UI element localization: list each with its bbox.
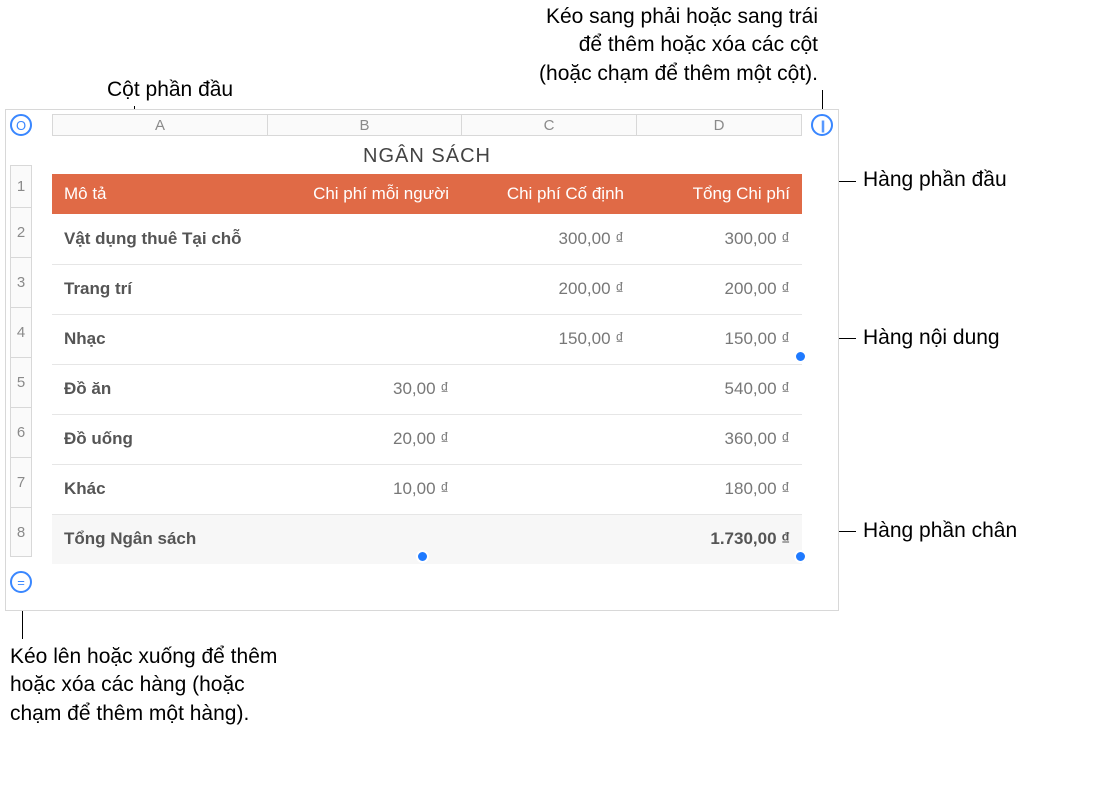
callout-add-columns: Kéo sang phải hoặc sang trái để thêm hoặ… [539, 3, 818, 88]
cell-total[interactable]: 300,00 ₫ [636, 214, 802, 264]
table-handle-icon[interactable]: O [10, 114, 32, 136]
cell-fixed[interactable]: 200,00 ₫ [461, 264, 636, 314]
callout-footer-row: Hàng phần chân [863, 517, 1017, 545]
footer-fixed[interactable] [461, 514, 636, 564]
table-row[interactable]: Vật dụng thuê Tại chỗ 300,00 ₫ 300,00 ₫ [52, 214, 802, 264]
cell-total[interactable]: 180,00 ₫ [636, 464, 802, 514]
column-header-c[interactable]: C [461, 114, 636, 136]
cell-desc[interactable]: Đồ ăn [52, 364, 267, 414]
cell-per-person[interactable]: 10,00 ₫ [267, 464, 461, 514]
footer-desc[interactable]: Tổng Ngân sách [52, 514, 267, 564]
cell-desc[interactable]: Khác [52, 464, 267, 514]
callout-add-rows: Kéo lên hoặc xuống để thêm hoặc xóa các … [10, 643, 277, 728]
header-desc[interactable]: Mô tả [52, 174, 267, 214]
row-header-1[interactable]: 1 [10, 165, 32, 207]
cell-desc[interactable]: Nhạc [52, 314, 267, 364]
selection-handle-icon[interactable] [794, 350, 807, 363]
row-header-7[interactable]: 7 [10, 457, 32, 507]
table-row[interactable]: Nhạc 150,00 ₫ 150,00 ₫ [52, 314, 802, 364]
table-title[interactable]: NGÂN SÁCH [52, 142, 802, 174]
cell-fixed[interactable] [461, 464, 636, 514]
cell-per-person[interactable] [267, 214, 461, 264]
cell-desc[interactable]: Trang trí [52, 264, 267, 314]
footer-total[interactable]: 1.730,00 ₫ [636, 514, 802, 564]
callout-line [822, 90, 823, 110]
header-total[interactable]: Tổng Chi phí [636, 174, 802, 214]
header-per-person[interactable]: Chi phí mỗi người [267, 174, 461, 214]
row-header-8[interactable]: 8 [10, 507, 32, 557]
callout-line-text: Kéo lên hoặc xuống để thêm [10, 643, 277, 671]
callout-line-text: Kéo sang phải hoặc sang trái [539, 3, 818, 31]
callout-body-rows: Hàng nội dung [863, 324, 1000, 352]
callout-header-row: Hàng phần đầu [863, 166, 1007, 194]
spreadsheet-container: O || A B C D 1 2 3 4 5 6 7 8 = NGÂN SÁCH [5, 109, 839, 611]
table-area: NGÂN SÁCH Mô tả Chi phí mỗi người Chi ph… [52, 142, 802, 564]
column-header-b[interactable]: B [267, 114, 461, 136]
budget-table[interactable]: Mô tả Chi phí mỗi người Chi phí Cố định … [52, 174, 802, 564]
cell-per-person[interactable] [267, 264, 461, 314]
table-row[interactable]: Đồ ăn 30,00 ₫ 540,00 ₫ [52, 364, 802, 414]
table-row[interactable]: Trang trí 200,00 ₫ 200,00 ₫ [52, 264, 802, 314]
footer-per-person[interactable] [267, 514, 461, 564]
cell-total[interactable]: 540,00 ₫ [636, 364, 802, 414]
row-headers: 1 2 3 4 5 6 7 8 [10, 165, 32, 557]
selection-handle-icon[interactable] [416, 550, 429, 563]
callout-line-text: hoặc xóa các hàng (hoặc [10, 671, 277, 699]
row-header-4[interactable]: 4 [10, 307, 32, 357]
row-header-6[interactable]: 6 [10, 407, 32, 457]
row-header-2[interactable]: 2 [10, 207, 32, 257]
cell-fixed[interactable]: 300,00 ₫ [461, 214, 636, 264]
cell-per-person[interactable] [267, 314, 461, 364]
add-column-handle[interactable]: || [811, 114, 833, 136]
cell-desc[interactable]: Vật dụng thuê Tại chỗ [52, 214, 267, 264]
callout-line-text: (hoặc chạm để thêm một cột). [539, 60, 818, 88]
table-header-row[interactable]: Mô tả Chi phí mỗi người Chi phí Cố định … [52, 174, 802, 214]
cell-per-person[interactable]: 20,00 ₫ [267, 414, 461, 464]
add-row-handle[interactable]: = [10, 571, 32, 593]
table-row[interactable]: Khác 10,00 ₫ 180,00 ₫ [52, 464, 802, 514]
row-header-5[interactable]: 5 [10, 357, 32, 407]
row-header-3[interactable]: 3 [10, 257, 32, 307]
callout-line-text: để thêm hoặc xóa các cột [539, 31, 818, 59]
cell-fixed[interactable] [461, 364, 636, 414]
cell-fixed[interactable]: 150,00 ₫ [461, 314, 636, 364]
table-row[interactable]: Đồ uống 20,00 ₫ 360,00 ₫ [52, 414, 802, 464]
selection-handle-icon[interactable] [794, 550, 807, 563]
cell-per-person[interactable]: 30,00 ₫ [267, 364, 461, 414]
column-header-a[interactable]: A [52, 114, 267, 136]
header-fixed[interactable]: Chi phí Cố định [461, 174, 636, 214]
column-header-d[interactable]: D [636, 114, 802, 136]
callout-line-text: chạm để thêm một hàng). [10, 700, 277, 728]
cell-total[interactable]: 200,00 ₫ [636, 264, 802, 314]
column-headers: A B C D [52, 114, 802, 136]
cell-total[interactable]: 150,00 ₫ [636, 314, 802, 364]
callout-header-column: Cột phần đầu [107, 76, 233, 104]
cell-fixed[interactable] [461, 414, 636, 464]
cell-total[interactable]: 360,00 ₫ [636, 414, 802, 464]
cell-desc[interactable]: Đồ uống [52, 414, 267, 464]
